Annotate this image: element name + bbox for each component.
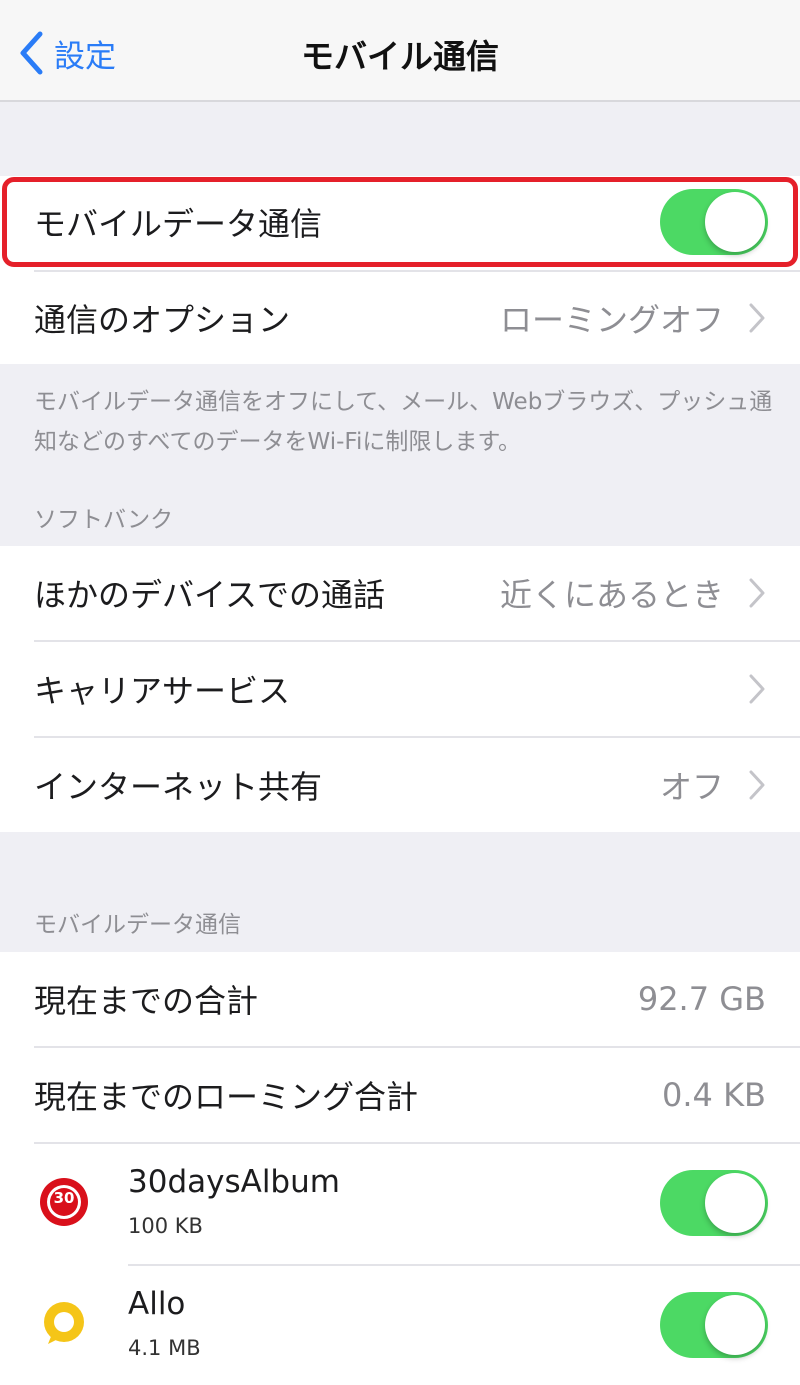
other-devices-calls-value: 近くにあるとき <box>499 576 724 614</box>
app-name: 30daysAlbum <box>128 1164 340 1200</box>
usage-section-header: モバイルデータ通信 <box>34 912 241 938</box>
30daysalbum-icon-text: 30 <box>53 1189 75 1207</box>
current-total-label: 現在までの合計 <box>34 982 259 1020</box>
30daysalbum-icon: 30 <box>36 1174 92 1230</box>
personal-hotspot-value: オフ <box>659 768 724 806</box>
allo-icon <box>36 1296 92 1352</box>
carrier-services-row[interactable]: キャリアサービス <box>0 642 800 736</box>
personal-hotspot-row[interactable]: インターネット共有 オフ <box>0 738 800 832</box>
other-devices-calls-label: ほかのデバイスでの通話 <box>34 576 386 614</box>
current-total-value: 92.7 GB <box>637 980 766 1018</box>
app-data-size: 4.1 MB <box>128 1336 201 1360</box>
carrier-services-label: キャリアサービス <box>34 672 291 710</box>
switch-knob <box>705 1295 765 1355</box>
mobile-data-label: モバイルデータ通信 <box>34 205 323 243</box>
page-title: モバイル通信 <box>301 37 499 76</box>
app-data-size: 100 KB <box>128 1214 203 1238</box>
data-options-row[interactable]: 通信のオプション ローミングオフ <box>0 272 800 364</box>
roaming-total-value: 0.4 KB <box>662 1076 766 1114</box>
switch-knob <box>705 192 765 252</box>
app-data-switch[interactable] <box>660 1292 768 1358</box>
mobile-data-row: モバイルデータ通信 <box>0 176 800 268</box>
chevron-right-icon <box>749 674 765 704</box>
navigation-bar: 設定 モバイル通信 <box>0 0 800 102</box>
switch-knob <box>705 1173 765 1233</box>
chevron-right-icon <box>749 770 765 800</box>
app-row: Allo 4.1 MB <box>0 1266 800 1385</box>
mobile-data-switch[interactable] <box>660 189 768 255</box>
chevron-right-icon <box>749 578 765 608</box>
mobile-data-group: モバイルデータ通信 通信のオプション ローミングオフ <box>0 176 800 364</box>
data-options-value: ローミングオフ <box>499 301 724 339</box>
carrier-section-header: ソフトバンク <box>34 507 174 533</box>
roaming-total-label: 現在までのローミング合計 <box>34 1078 419 1116</box>
carrier-group: ほかのデバイスでの通話 近くにあるとき キャリアサービス インターネット共有 オ… <box>0 546 800 832</box>
mobile-data-footnote: モバイルデータ通信をオフにして、メール、Webブラウズ、プッシュ通知などのすべて… <box>34 389 773 455</box>
other-devices-calls-row[interactable]: ほかのデバイスでの通話 近くにあるとき <box>0 546 800 640</box>
personal-hotspot-label: インターネット共有 <box>34 768 323 806</box>
app-data-switch[interactable] <box>660 1170 768 1236</box>
current-total-row: 現在までの合計 92.7 GB <box>0 952 800 1046</box>
roaming-total-row: 現在までのローミング合計 0.4 KB <box>0 1048 800 1142</box>
app-name: Allo <box>128 1286 186 1322</box>
app-row: 30 30daysAlbum 100 KB <box>0 1144 800 1262</box>
usage-group: 現在までの合計 92.7 GB 現在までのローミング合計 0.4 KB 30 3… <box>0 952 800 1385</box>
chevron-right-icon <box>749 303 765 333</box>
data-options-label: 通信のオプション <box>34 301 291 339</box>
